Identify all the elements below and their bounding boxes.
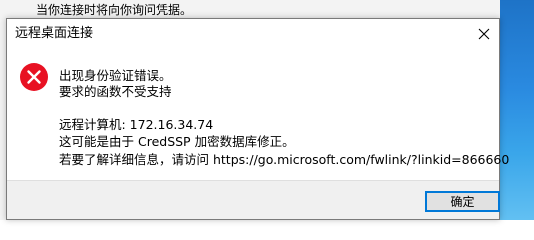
dialog-title: 远程桌面连接 [15,26,94,41]
remote-computer-address: 远程计算机: 172.16.34.74 [59,117,214,132]
desktop-wallpaper [500,0,534,220]
dialog-footer: 确定 [7,180,500,219]
error-message-detail: 要求的函数不受支持 [59,84,172,99]
close-icon [478,28,490,40]
error-message-title: 出现身份验证错误。 [59,68,172,83]
close-button[interactable] [469,19,499,49]
credssp-note: 这可能是由于 CredSSP 加密数据库修正。 [59,134,295,149]
error-dialog: 远程桌面连接 出现身份验证错误。 要求的函数不受支持 远程计算机: 172.16… [6,18,509,220]
dialog-titlebar[interactable]: 远程桌面连接 [7,19,499,49]
error-icon [20,63,48,91]
ok-button[interactable]: 确定 [425,191,500,212]
background-text: 当你连接时将向你询问凭据。 [36,3,193,17]
more-info-text: 若要了解详细信息，请访问 https://go.microsoft.com/fw… [59,152,510,167]
